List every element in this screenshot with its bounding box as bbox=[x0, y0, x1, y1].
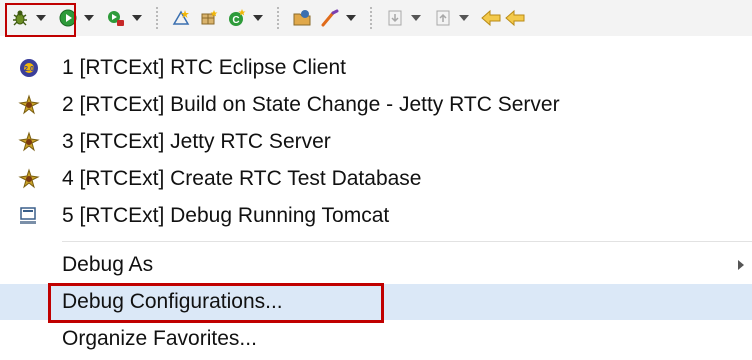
svg-text:C: C bbox=[232, 15, 239, 26]
organize-favorites-label: Organize Favorites... bbox=[62, 327, 257, 350]
debug-as-menu-item[interactable]: Debug As bbox=[0, 247, 752, 283]
menu-divider bbox=[62, 241, 752, 242]
chevron-down-icon[interactable] bbox=[455, 6, 473, 30]
history-item-3[interactable]: 3 [RTCExt] Jetty RTC Server bbox=[0, 124, 752, 160]
chevron-down-icon[interactable] bbox=[128, 6, 146, 30]
open-type-icon[interactable] bbox=[290, 6, 314, 30]
search-icon[interactable] bbox=[318, 6, 342, 30]
debug-as-label: Debug As bbox=[62, 253, 154, 276]
new-package-icon[interactable] bbox=[197, 6, 221, 30]
history-item-label: 2 [RTCExt] Build on State Change - Jetty… bbox=[62, 93, 560, 116]
debug-configurations-label: Debug Configurations... bbox=[62, 290, 283, 313]
history-item-label: 4 [RTCExt] Create RTC Test Database bbox=[62, 167, 422, 190]
chevron-down-icon[interactable] bbox=[80, 6, 98, 30]
new-java-project-icon[interactable] bbox=[169, 6, 193, 30]
submenu-arrow-icon bbox=[738, 260, 744, 270]
jetty-server-launch-icon bbox=[18, 94, 40, 116]
debug-dropdown-menu: 2.0 1 [RTCExt] RTC Eclipse Client 2 [RTC… bbox=[0, 38, 752, 360]
debug-bug-icon[interactable] bbox=[8, 6, 32, 30]
chevron-down-icon[interactable] bbox=[342, 6, 360, 30]
toolbar-separator bbox=[156, 7, 159, 29]
organize-favorites-menu-item[interactable]: Organize Favorites... bbox=[0, 321, 752, 357]
remote-java-app-icon bbox=[18, 205, 40, 227]
forward-icon[interactable] bbox=[503, 6, 527, 30]
chevron-down-icon[interactable] bbox=[407, 6, 425, 30]
svg-text:2.0: 2.0 bbox=[24, 66, 34, 73]
history-item-label: 3 [RTCExt] Jetty RTC Server bbox=[62, 130, 331, 153]
jetty-server-launch-icon bbox=[18, 168, 40, 190]
next-annotation-icon[interactable] bbox=[383, 6, 407, 30]
history-item-label: 1 [RTCExt] RTC Eclipse Client bbox=[62, 56, 346, 79]
debug-configurations-menu-item[interactable]: Debug Configurations... bbox=[0, 284, 752, 320]
history-item-1[interactable]: 2.0 1 [RTCExt] RTC Eclipse Client bbox=[0, 50, 752, 86]
toolbar-separator bbox=[277, 7, 280, 29]
main-toolbar: C bbox=[0, 0, 752, 36]
back-icon[interactable] bbox=[479, 6, 503, 30]
rtc-client-launch-icon: 2.0 bbox=[18, 57, 40, 79]
run-icon[interactable] bbox=[56, 6, 80, 30]
chevron-down-icon[interactable] bbox=[249, 6, 267, 30]
history-item-2[interactable]: 2 [RTCExt] Build on State Change - Jetty… bbox=[0, 87, 752, 123]
chevron-down-icon[interactable] bbox=[32, 6, 50, 30]
external-tools-icon[interactable] bbox=[104, 6, 128, 30]
new-class-icon[interactable]: C bbox=[225, 6, 249, 30]
jetty-server-launch-icon bbox=[18, 131, 40, 153]
history-item-4[interactable]: 4 [RTCExt] Create RTC Test Database bbox=[0, 161, 752, 197]
previous-annotation-icon[interactable] bbox=[431, 6, 455, 30]
toolbar-separator bbox=[370, 7, 373, 29]
history-item-5[interactable]: 5 [RTCExt] Debug Running Tomcat bbox=[0, 198, 752, 234]
history-item-label: 5 [RTCExt] Debug Running Tomcat bbox=[62, 204, 390, 227]
